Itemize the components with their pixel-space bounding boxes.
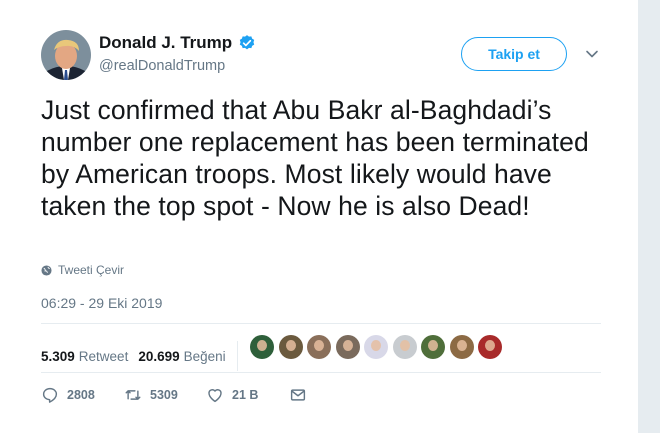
liker-avatars: [250, 335, 507, 359]
liker-avatar[interactable]: [335, 335, 360, 359]
stats-separator: [236, 341, 238, 371]
tweet-actions: 2808 5309 21 B: [41, 386, 315, 404]
divider: [41, 372, 601, 373]
like-action-count: 21 B: [232, 388, 259, 402]
like-button[interactable]: 21 B: [206, 386, 289, 404]
retweet-icon: [125, 390, 141, 400]
liker-avatar[interactable]: [421, 335, 445, 359]
retweet-label[interactable]: Retweet: [79, 349, 129, 364]
liker-avatar[interactable]: [250, 335, 274, 359]
translate-label: Tweeti Çevir: [58, 263, 125, 277]
reply-icon: [42, 387, 58, 403]
like-label[interactable]: Beğeni: [184, 349, 226, 364]
liker-avatar[interactable]: [449, 335, 474, 359]
liker-avatar[interactable]: [478, 335, 502, 359]
liker-avatar[interactable]: [364, 335, 388, 359]
liker-avatar[interactable]: [307, 335, 331, 359]
translate-tweet-link[interactable]: Tweeti Çevir: [41, 263, 124, 277]
globe-icon: [41, 264, 52, 276]
reply-count: 2808: [67, 388, 95, 402]
tweet-stats: 5.309 Retweet 20.699 Beğeni: [41, 341, 238, 371]
reply-button[interactable]: 2808: [41, 386, 124, 404]
direct-message-button[interactable]: [289, 386, 315, 404]
liker-avatar[interactable]: [392, 335, 417, 359]
envelope-icon: [290, 389, 306, 401]
author-name[interactable]: Donald J. Trump: [99, 33, 232, 53]
verified-badge-icon: [238, 34, 256, 52]
divider: [41, 323, 601, 324]
follow-button[interactable]: Takip et: [461, 37, 567, 71]
liker-avatar[interactable]: [278, 335, 303, 359]
tweet-card: Donald J. Trump @realDonaldTrump Takip e…: [0, 0, 639, 433]
retweet-button[interactable]: 5309: [124, 386, 206, 404]
retweet-action-count: 5309: [150, 388, 178, 402]
author-handle[interactable]: @realDonaldTrump: [99, 58, 256, 74]
author-block: Donald J. Trump @realDonaldTrump: [99, 33, 256, 74]
like-count[interactable]: 20.699: [138, 349, 179, 364]
retweet-count[interactable]: 5.309: [41, 349, 75, 364]
heart-icon: [208, 389, 222, 403]
tweet-timestamp[interactable]: 06:29 - 29 Eki 2019: [41, 295, 162, 311]
avatar[interactable]: [41, 30, 91, 80]
tweet-text: Just confirmed that Abu Bakr al-Baghdadi…: [41, 95, 589, 221]
chevron-down-icon[interactable]: [584, 46, 600, 62]
